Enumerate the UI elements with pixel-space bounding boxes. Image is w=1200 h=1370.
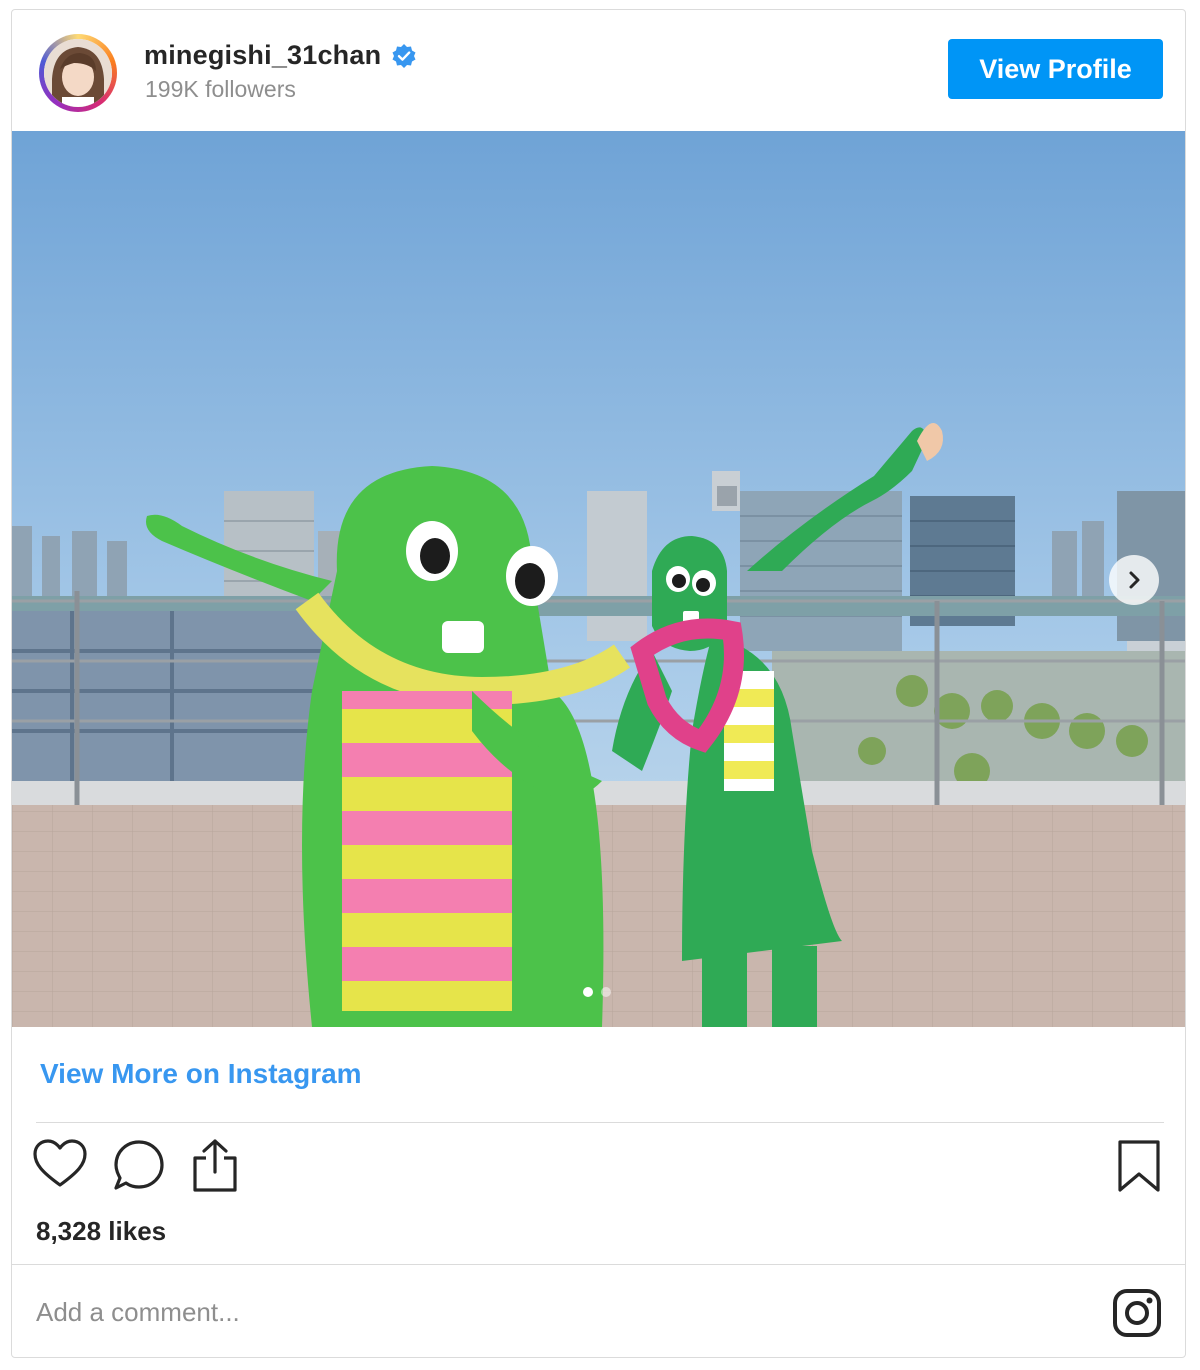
chevron-right-icon [1129,571,1140,589]
view-more-link[interactable]: View More on Instagram [40,1058,362,1090]
avatar-image [44,39,112,107]
add-comment-input[interactable] [36,1292,1076,1332]
share-icon[interactable] [190,1138,240,1194]
likes-count: 8,328 likes [36,1216,167,1246]
action-bar [32,1138,1172,1202]
carousel-next-button[interactable] [1109,555,1159,605]
carousel-dots [583,987,611,997]
followers-count: 199K followers [145,76,296,102]
heart-icon[interactable] [32,1138,88,1190]
avatar[interactable] [39,34,117,112]
carousel-dot-active [583,987,593,997]
divider [36,1122,1164,1123]
photo-image [12,131,1185,1027]
verified-badge-icon [392,43,416,68]
instagram-logo-icon[interactable] [1112,1288,1162,1338]
comment-icon[interactable] [112,1138,168,1194]
divider [12,1264,1185,1265]
post-header: minegishi_31chan 199K followers View Pro… [12,10,1185,131]
post-photo[interactable] [12,131,1185,1027]
carousel-dot [601,987,611,997]
username[interactable]: minegishi_31chan [144,40,381,71]
view-profile-button[interactable]: View Profile [948,39,1163,99]
bookmark-icon[interactable] [1116,1138,1162,1194]
username-row: minegishi_31chan [144,40,417,71]
instagram-embed-card: minegishi_31chan 199K followers View Pro… [11,9,1186,1358]
